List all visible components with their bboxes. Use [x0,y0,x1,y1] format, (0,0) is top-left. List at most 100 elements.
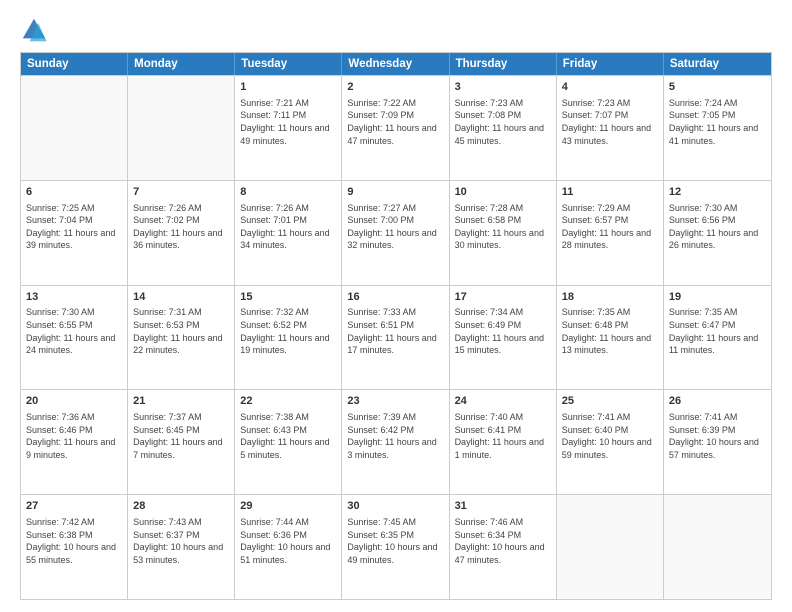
cell-text: Sunrise: 7:39 AM Sunset: 6:42 PM Dayligh… [347,411,443,461]
calendar-cell: 14Sunrise: 7:31 AM Sunset: 6:53 PM Dayli… [128,286,235,390]
day-number: 7 [133,185,229,200]
calendar-week: 20 Sunrise: 7:36 AM Sunset: 6:46 PM Dayli… [21,389,771,494]
calendar-cell: 12 Sunrise: 7:30 AM Sunset: 6:56 PM Dayli… [664,181,771,285]
cell-text: Sunrise: 7:33 AM Sunset: 6:51 PM Dayligh… [347,306,443,356]
cell-text: Sunrise: 7:36 AM Sunset: 6:46 PM Dayligh… [26,411,122,461]
calendar-cell: 25 Sunrise: 7:41 AM Sunset: 6:40 PM Dayli… [557,390,664,494]
day-number: 11 [562,185,658,200]
calendar-header-cell: Monday [128,53,235,75]
cell-text: Sunrise: 7:41 AM Sunset: 6:39 PM Dayligh… [669,411,766,461]
calendar-cell: 13Sunrise: 7:30 AM Sunset: 6:55 PM Dayli… [21,286,128,390]
calendar-header-cell: Thursday [450,53,557,75]
day-number: 22 [240,394,336,409]
cell-text: Sunrise: 7:45 AM Sunset: 6:35 PM Dayligh… [347,516,443,566]
cell-text: Sunrise: 7:26 AM Sunset: 7:02 PM Dayligh… [133,202,229,252]
cell-text: Sunrise: 7:28 AM Sunset: 6:58 PM Dayligh… [455,202,551,252]
day-number: 26 [669,394,766,409]
day-number: 13 [26,290,122,305]
day-number: 24 [455,394,551,409]
calendar-cell: 20 Sunrise: 7:36 AM Sunset: 6:46 PM Dayli… [21,390,128,494]
day-number: 23 [347,394,443,409]
cell-text: Sunrise: 7:22 AM Sunset: 7:09 PM Dayligh… [347,97,443,147]
header [20,16,772,44]
calendar: SundayMondayTuesdayWednesdayThursdayFrid… [20,52,772,600]
day-number: 8 [240,185,336,200]
day-number: 17 [455,290,551,305]
calendar-cell: 17Sunrise: 7:34 AM Sunset: 6:49 PM Dayli… [450,286,557,390]
logo [20,16,52,44]
cell-text: Sunrise: 7:23 AM Sunset: 7:07 PM Dayligh… [562,97,658,147]
calendar-cell: 6Sunrise: 7:25 AM Sunset: 7:04 PM Daylig… [21,181,128,285]
day-number: 16 [347,290,443,305]
calendar-cell [557,495,664,599]
calendar-cell: 26 Sunrise: 7:41 AM Sunset: 6:39 PM Dayli… [664,390,771,494]
calendar-body: 1 Sunrise: 7:21 AM Sunset: 7:11 PM Daylig… [21,75,771,599]
calendar-cell: 16Sunrise: 7:33 AM Sunset: 6:51 PM Dayli… [342,286,449,390]
calendar-header-cell: Sunday [21,53,128,75]
cell-text: Sunrise: 7:46 AM Sunset: 6:34 PM Dayligh… [455,516,551,566]
day-number: 2 [347,80,443,95]
calendar-week: 27Sunrise: 7:42 AM Sunset: 6:38 PM Dayli… [21,494,771,599]
day-number: 9 [347,185,443,200]
calendar-week: 6Sunrise: 7:25 AM Sunset: 7:04 PM Daylig… [21,180,771,285]
calendar-header-row: SundayMondayTuesdayWednesdayThursdayFrid… [21,53,771,75]
calendar-cell: 19Sunrise: 7:35 AM Sunset: 6:47 PM Dayli… [664,286,771,390]
calendar-header-cell: Wednesday [342,53,449,75]
calendar-cell: 30 Sunrise: 7:45 AM Sunset: 6:35 PM Dayli… [342,495,449,599]
cell-text: Sunrise: 7:43 AM Sunset: 6:37 PM Dayligh… [133,516,229,566]
calendar-cell: 4 Sunrise: 7:23 AM Sunset: 7:07 PM Daylig… [557,76,664,180]
calendar-cell: 29 Sunrise: 7:44 AM Sunset: 6:36 PM Dayli… [235,495,342,599]
cell-text: Sunrise: 7:31 AM Sunset: 6:53 PM Dayligh… [133,306,229,356]
day-number: 6 [26,185,122,200]
cell-text: Sunrise: 7:24 AM Sunset: 7:05 PM Dayligh… [669,97,766,147]
cell-text: Sunrise: 7:30 AM Sunset: 6:56 PM Dayligh… [669,202,766,252]
day-number: 4 [562,80,658,95]
calendar-cell [128,76,235,180]
cell-text: Sunrise: 7:35 AM Sunset: 6:47 PM Dayligh… [669,306,766,356]
cell-text: Sunrise: 7:23 AM Sunset: 7:08 PM Dayligh… [455,97,551,147]
cell-text: Sunrise: 7:40 AM Sunset: 6:41 PM Dayligh… [455,411,551,461]
day-number: 1 [240,80,336,95]
cell-text: Sunrise: 7:30 AM Sunset: 6:55 PM Dayligh… [26,306,122,356]
day-number: 10 [455,185,551,200]
cell-text: Sunrise: 7:41 AM Sunset: 6:40 PM Dayligh… [562,411,658,461]
day-number: 14 [133,290,229,305]
calendar-cell: 31 Sunrise: 7:46 AM Sunset: 6:34 PM Dayli… [450,495,557,599]
calendar-cell: 18Sunrise: 7:35 AM Sunset: 6:48 PM Dayli… [557,286,664,390]
calendar-cell: 23 Sunrise: 7:39 AM Sunset: 6:42 PM Dayli… [342,390,449,494]
day-number: 20 [26,394,122,409]
day-number: 30 [347,499,443,514]
calendar-cell: 15Sunrise: 7:32 AM Sunset: 6:52 PM Dayli… [235,286,342,390]
calendar-cell: 11Sunrise: 7:29 AM Sunset: 6:57 PM Dayli… [557,181,664,285]
day-number: 15 [240,290,336,305]
cell-text: Sunrise: 7:37 AM Sunset: 6:45 PM Dayligh… [133,411,229,461]
calendar-cell [664,495,771,599]
calendar-week: 1 Sunrise: 7:21 AM Sunset: 7:11 PM Daylig… [21,75,771,180]
calendar-header-cell: Tuesday [235,53,342,75]
cell-text: Sunrise: 7:21 AM Sunset: 7:11 PM Dayligh… [240,97,336,147]
calendar-cell: 22Sunrise: 7:38 AM Sunset: 6:43 PM Dayli… [235,390,342,494]
day-number: 19 [669,290,766,305]
calendar-cell: 9Sunrise: 7:27 AM Sunset: 7:00 PM Daylig… [342,181,449,285]
day-number: 25 [562,394,658,409]
calendar-cell: 24 Sunrise: 7:40 AM Sunset: 6:41 PM Dayli… [450,390,557,494]
calendar-cell: 7 Sunrise: 7:26 AM Sunset: 7:02 PM Daylig… [128,181,235,285]
day-number: 5 [669,80,766,95]
day-number: 29 [240,499,336,514]
calendar-cell: 3Sunrise: 7:23 AM Sunset: 7:08 PM Daylig… [450,76,557,180]
calendar-cell: 28 Sunrise: 7:43 AM Sunset: 6:37 PM Dayli… [128,495,235,599]
calendar-cell: 27Sunrise: 7:42 AM Sunset: 6:38 PM Dayli… [21,495,128,599]
cell-text: Sunrise: 7:44 AM Sunset: 6:36 PM Dayligh… [240,516,336,566]
day-number: 31 [455,499,551,514]
day-number: 12 [669,185,766,200]
calendar-cell: 1 Sunrise: 7:21 AM Sunset: 7:11 PM Daylig… [235,76,342,180]
calendar-cell: 10 Sunrise: 7:28 AM Sunset: 6:58 PM Dayli… [450,181,557,285]
calendar-cell: 21 Sunrise: 7:37 AM Sunset: 6:45 PM Dayli… [128,390,235,494]
calendar-header-cell: Saturday [664,53,771,75]
calendar-header-cell: Friday [557,53,664,75]
calendar-week: 13Sunrise: 7:30 AM Sunset: 6:55 PM Dayli… [21,285,771,390]
calendar-cell [21,76,128,180]
day-number: 28 [133,499,229,514]
day-number: 21 [133,394,229,409]
cell-text: Sunrise: 7:32 AM Sunset: 6:52 PM Dayligh… [240,306,336,356]
